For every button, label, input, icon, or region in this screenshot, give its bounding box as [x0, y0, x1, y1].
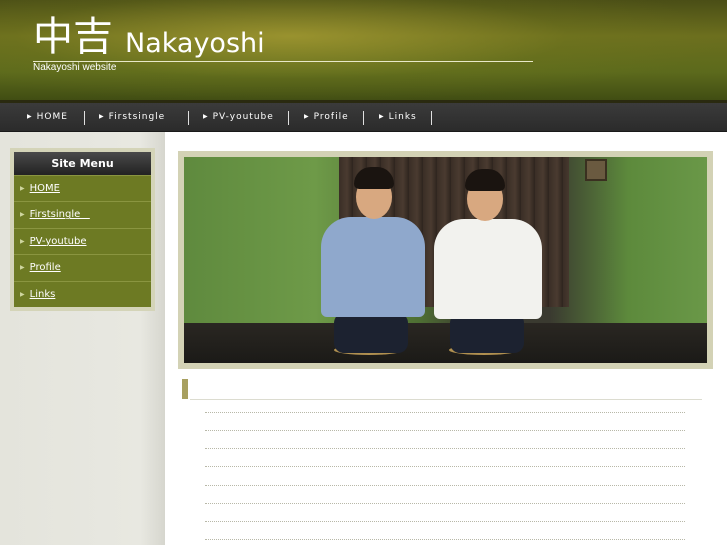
site-header: 中吉 Nakayoshi Nakayoshi website — [0, 0, 727, 103]
triangle-right-icon: ▶ — [99, 113, 105, 120]
nav-item-home[interactable]: ▶ HOME — [27, 103, 68, 132]
nav-divider — [84, 111, 85, 125]
section-marker — [182, 379, 188, 399]
section-divider — [190, 399, 702, 400]
hero-photo — [184, 157, 707, 363]
site-menu-title: Site Menu — [14, 152, 151, 175]
nav-item-profile[interactable]: ▶ Profile — [304, 103, 349, 132]
person-right — [434, 219, 542, 319]
nav-item-pv-youtube[interactable]: ▶ PV-youtube — [203, 103, 274, 132]
triangle-right-icon: ▶ — [304, 113, 310, 120]
sidebar-item-links[interactable]: ▶ Links — [14, 280, 151, 307]
sidebar-item-pv-youtube[interactable]: ▶ PV-youtube — [14, 227, 151, 255]
triangle-right-icon: ▶ — [203, 113, 209, 120]
nav-divider — [288, 111, 289, 125]
sidebar-item-label[interactable]: HOME — [30, 183, 60, 194]
sidebar-item-label[interactable]: Firstsingle — [30, 209, 90, 220]
nav-divider — [363, 111, 364, 125]
content-line — [205, 485, 685, 486]
person-legs — [334, 313, 408, 353]
nav-item-firstsingle[interactable]: ▶ Firstsingle — [99, 103, 165, 132]
sidebar-item-firstsingle[interactable]: ▶ Firstsingle — [14, 201, 151, 228]
content-line — [205, 448, 685, 449]
triangle-right-icon: ▶ — [20, 290, 25, 298]
triangle-right-icon: ▶ — [20, 264, 25, 272]
nav-item-label: Links — [388, 112, 417, 122]
nav-item-label: Firstsingle — [108, 112, 166, 122]
top-nav: ▶ HOME ▶ Firstsingle ▶ PV-youtube ▶ Profile … — [0, 103, 727, 132]
logo-kanji[interactable]: 中吉 — [33, 14, 113, 60]
person-hair — [465, 169, 505, 191]
content-line — [205, 539, 685, 540]
person-left — [321, 217, 425, 317]
triangle-right-icon: ▶ — [20, 211, 25, 219]
nav-item-label: PV-youtube — [212, 112, 274, 122]
person-legs — [450, 313, 524, 353]
nav-item-label: HOME — [36, 112, 68, 122]
sidebar-item-label[interactable]: Profile — [30, 262, 61, 273]
floor — [184, 323, 707, 363]
sidebar-item-label[interactable]: PV-youtube — [30, 236, 87, 247]
nav-item-label: Profile — [313, 112, 349, 122]
nav-divider — [431, 111, 432, 125]
nav-divider — [188, 111, 189, 125]
sidebar-item-home[interactable]: ▶ HOME — [14, 175, 151, 202]
content-line — [205, 412, 685, 413]
content-line — [205, 466, 685, 467]
content-line — [205, 430, 685, 431]
site-menu: Site Menu ▶ HOME ▶ Firstsingle ▶ PV-youtube… — [10, 148, 155, 311]
logo-latin[interactable]: Nakayoshi — [125, 28, 265, 60]
triangle-right-icon: ▶ — [27, 113, 33, 120]
triangle-right-icon: ▶ — [20, 185, 25, 192]
content-line — [205, 503, 685, 504]
content-line — [205, 521, 685, 522]
hero-image-frame — [178, 151, 713, 369]
nav-item-links[interactable]: ▶ Links — [379, 103, 417, 132]
sidebar-item-label[interactable]: Links — [30, 289, 56, 300]
sidebar-item-profile[interactable]: ▶ Profile — [14, 254, 151, 281]
triangle-right-icon: ▶ — [20, 237, 25, 245]
triangle-right-icon: ▶ — [379, 113, 385, 120]
site-tagline: Nakayoshi website — [33, 62, 117, 73]
person-hair — [354, 167, 394, 189]
wall-picture — [585, 159, 607, 181]
